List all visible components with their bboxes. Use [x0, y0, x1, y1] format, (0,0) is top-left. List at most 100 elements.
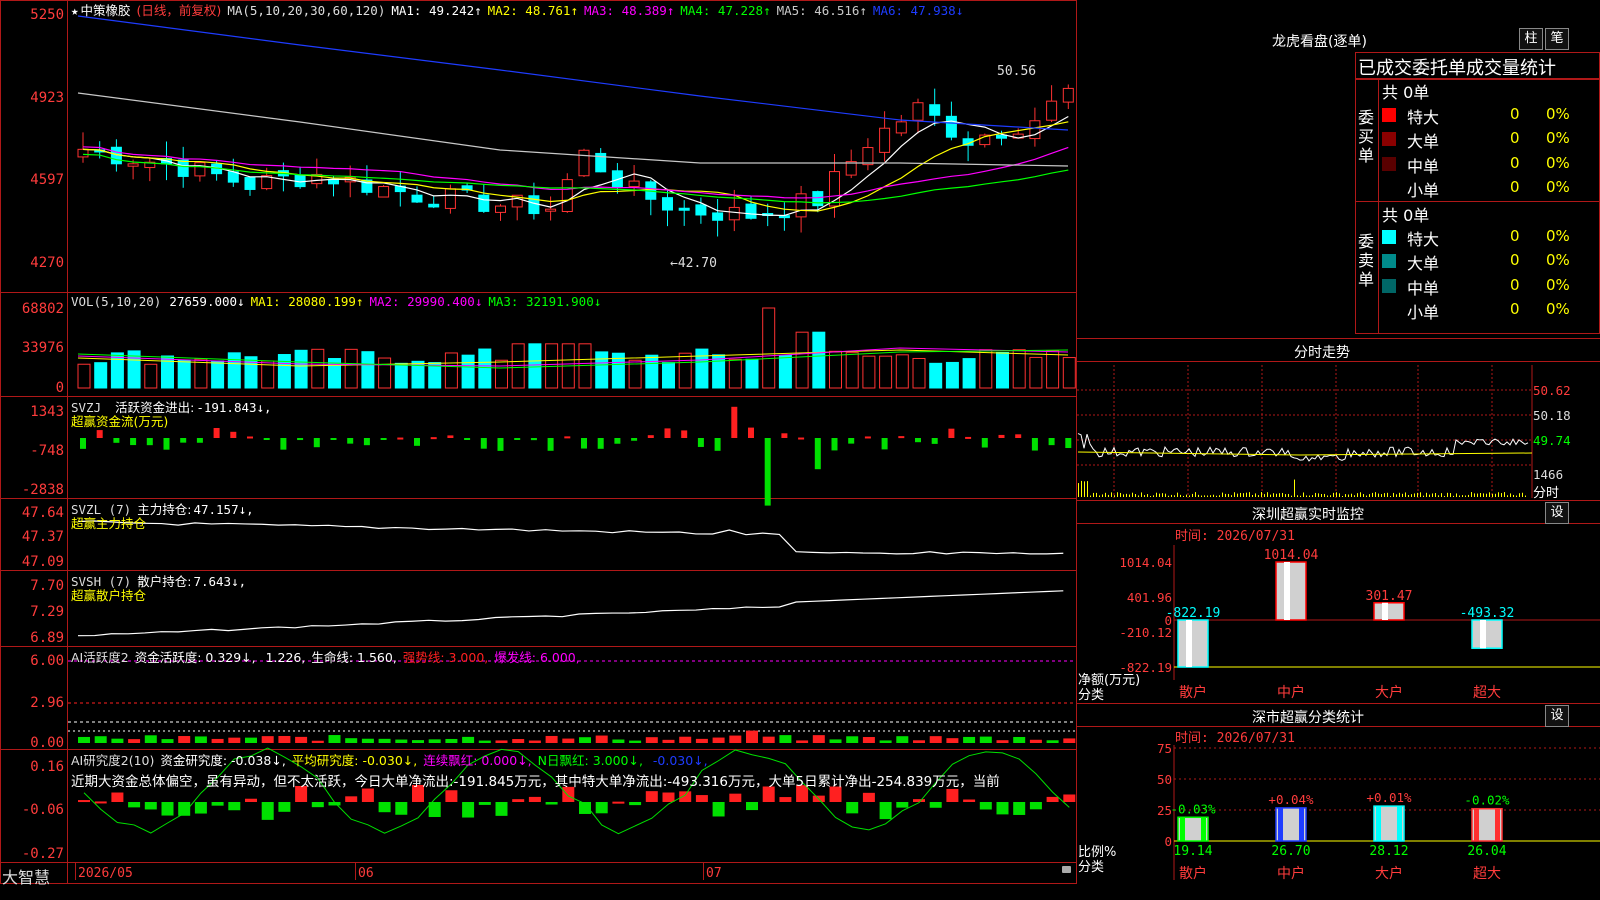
volume-bar [344, 348, 358, 389]
tick-mode-button[interactable]: 笔 [1545, 28, 1569, 50]
volume-bar [912, 357, 926, 389]
intraday-vol-bar [1486, 493, 1487, 497]
intraday-vol-bar [1477, 493, 1478, 497]
research-bar [495, 802, 508, 816]
x-axis-date: 07 [706, 866, 722, 881]
vol-axis-tick: 0 [55, 380, 64, 396]
intraday-vol-bar [1180, 494, 1181, 497]
candle [1046, 100, 1058, 121]
intraday-vol-bar [1405, 492, 1406, 497]
fund-flow-bar [363, 438, 370, 446]
intraday-tab[interactable]: 分时 [1533, 482, 1559, 501]
sz-stats-axis-tick: 50 [1157, 772, 1172, 787]
research-bar [929, 802, 942, 808]
intraday-vol-bar [1423, 495, 1424, 497]
lock-icon[interactable] [1062, 866, 1071, 873]
fund-flow-bar [297, 438, 304, 441]
order-count: 0 [1510, 251, 1520, 270]
order-color-swatch [1382, 156, 1396, 171]
volume-bar [895, 354, 909, 389]
order-count: 0 [1510, 299, 1520, 318]
favorite-star-icon[interactable]: ★ [71, 3, 79, 18]
research-bar [963, 799, 976, 802]
order-size-label: 特大 [1407, 108, 1440, 127]
vol-header: VOL(5,10,20) 27659.000↓ MA1: 28080.199↑ MA2… [71, 294, 613, 309]
ma-value: MA1: 49.242↑ [391, 3, 482, 18]
intraday-vol-bar [1306, 495, 1307, 497]
research-bar [595, 802, 608, 814]
intraday-vol-bar [1150, 495, 1151, 497]
order-color-swatch [1382, 230, 1396, 244]
volume-bar [862, 355, 876, 389]
fund-flow-bar [280, 438, 287, 450]
volume-bar [211, 360, 225, 389]
order-percent: 0% [1546, 299, 1570, 318]
order-percent: 0% [1546, 227, 1570, 245]
intraday-vol-bar [1441, 493, 1442, 497]
research-bar [846, 802, 859, 814]
price-axis-tick: 4923 [30, 90, 64, 106]
intraday-vol-bar [1102, 494, 1103, 497]
adjust-mode[interactable]: (日线，前复权) [137, 3, 222, 18]
order-size-label: 小单 [1407, 180, 1440, 200]
svsh-sub: 超赢散户持仓 [71, 588, 147, 603]
price-axis-tick: 4270 [30, 255, 64, 271]
ai2-value: -0.030↓, [648, 753, 708, 768]
activity-bar [712, 737, 725, 743]
order-count: 0 [1510, 227, 1520, 245]
bar-mode-button[interactable]: 柱 [1519, 28, 1543, 50]
sz-stats-settings-button[interactable]: 设 [1545, 705, 1569, 727]
fund-flow-bar [631, 438, 638, 441]
intraday-vol-bar [1255, 493, 1256, 497]
intraday-vol-bar [1339, 493, 1340, 497]
fund-flow-bar [163, 438, 170, 450]
activity-bar [946, 738, 959, 743]
activity-bar [579, 737, 591, 743]
lhb-title: 龙虎看盘(逐单) [1272, 34, 1367, 50]
intraday-vol-bar [1153, 495, 1154, 497]
volume-bar [461, 354, 475, 389]
intraday-vol-bar [1357, 493, 1358, 497]
volume-bar [695, 348, 709, 389]
fund-flow-bar [597, 438, 604, 449]
volume-bar [177, 359, 191, 389]
intraday-vol-bar [1267, 492, 1268, 497]
price-axis-tick: 5250 [30, 7, 64, 23]
ai2-value: N日飘红: 3.000↓, [537, 753, 643, 768]
intraday-axis-tick: 50.18 [1533, 408, 1571, 423]
intraday-vol-bar [1084, 481, 1085, 497]
activity-bar [211, 738, 224, 743]
activity-bar [111, 738, 124, 743]
activity-bar [528, 740, 541, 743]
vol-ma-value: MA1: 28080.199↑ [250, 294, 364, 309]
activity-bar [395, 739, 408, 743]
fund-flow-bar [881, 438, 888, 450]
intraday-vol-bar [1195, 492, 1196, 497]
monitor-bar-highlight [1284, 562, 1290, 620]
intraday-vol-bar [1474, 493, 1475, 497]
fund-flow-bar [430, 437, 437, 440]
volume-bar [294, 349, 308, 389]
intraday-vol-bar [1378, 493, 1379, 497]
research-bar [862, 792, 875, 802]
sz-monitor-settings-button[interactable]: 设 [1545, 502, 1569, 524]
research-bar [979, 802, 992, 810]
intraday-vol-bar [1318, 493, 1319, 497]
research-bar [913, 799, 925, 802]
ai1-value: 强势线: 3.000, [402, 650, 489, 665]
intraday-vol-bar [1159, 493, 1160, 497]
activity-bar [645, 737, 658, 743]
stats-category: 大户 [1375, 865, 1403, 882]
candle [495, 205, 506, 213]
intraday-vol-bar [1492, 493, 1493, 497]
intraday-vol-bar [1231, 495, 1232, 497]
stats-change-label: -0.02% [1464, 793, 1510, 808]
intraday-vol-bar [1330, 495, 1331, 497]
fund-flow-bar [146, 438, 153, 446]
fund-flow-bar [497, 438, 504, 451]
order-percent: 0% [1546, 153, 1570, 172]
intraday-vol-bar [1324, 493, 1325, 497]
research-bar [662, 792, 675, 802]
intraday-vol-bar [1417, 492, 1418, 497]
vol-value: 27659.000↓ [169, 294, 245, 309]
